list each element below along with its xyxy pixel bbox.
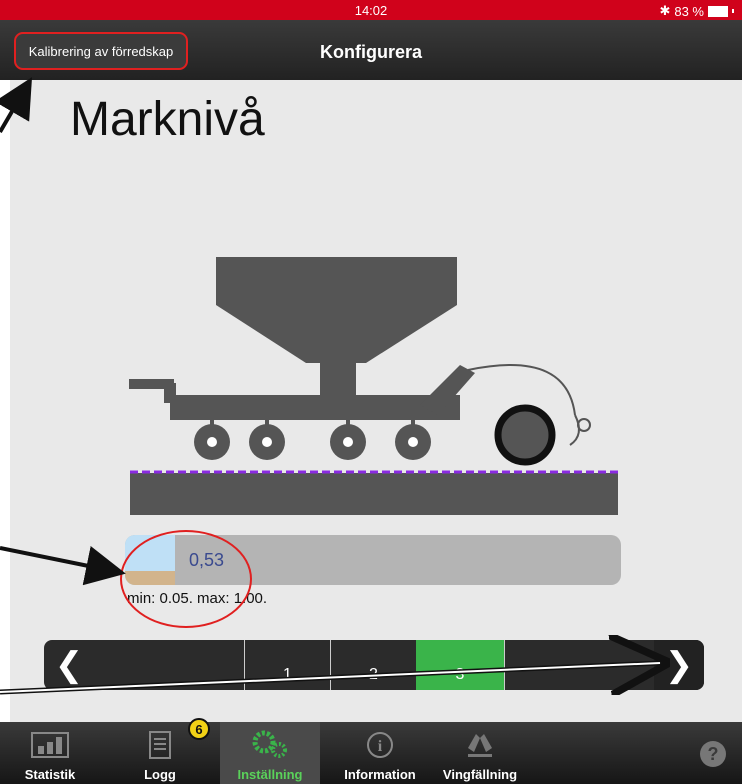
tab-label: Vingfällning [442,767,518,782]
wing-fold-icon [460,730,500,760]
page-stepper: ❮ 1 2 3 ❯ [44,640,704,690]
page-3-active[interactable]: 3 [416,640,504,690]
next-page-button[interactable]: ❯ [654,640,704,690]
status-right: ✱ 83 % [659,3,734,19]
statistics-icon [30,730,70,760]
tab-label: Logg [144,767,176,782]
page-title: Marknivå [70,93,265,146]
battery-percent: 83 % [674,3,704,19]
tab-label: Inställning [237,767,303,782]
tab-information[interactable]: i Information [330,722,430,784]
page-2[interactable]: 2 [330,640,416,690]
bluetooth-icon: ✱ [659,3,671,18]
main-content: Marknivå 0,53 min: 0.05. max: 1.00. ❮ 1 … [10,80,742,722]
nav-bar: Kalibrering av förredskap Konfigurera [0,20,742,80]
tab-installning[interactable]: Inställning [220,722,320,784]
log-icon [140,730,180,760]
battery-icon [708,5,728,17]
help-button[interactable]: ? [700,741,726,767]
log-count-badge: 6 [188,718,210,740]
status-bar: 14:02 ✱ 83 % [0,0,742,20]
tab-bar: Statistik Logg Inställning i Information… [0,722,742,784]
page-1[interactable]: 1 [244,640,330,690]
status-time: 14:02 [354,3,388,18]
svg-text:i: i [378,738,383,755]
tab-statistik[interactable]: Statistik [0,722,100,784]
gears-icon [250,730,290,760]
tab-label: Statistik [24,767,76,782]
seed-drill-illustration [129,257,618,515]
previous-page-button[interactable]: ❮ [44,640,94,690]
info-icon: i [360,730,400,760]
tab-vingfallning[interactable]: Vingfällning [430,722,530,784]
tab-label: Information [344,767,416,782]
nav-title: Konfigurera [319,42,422,62]
highlight-ring [120,530,252,628]
